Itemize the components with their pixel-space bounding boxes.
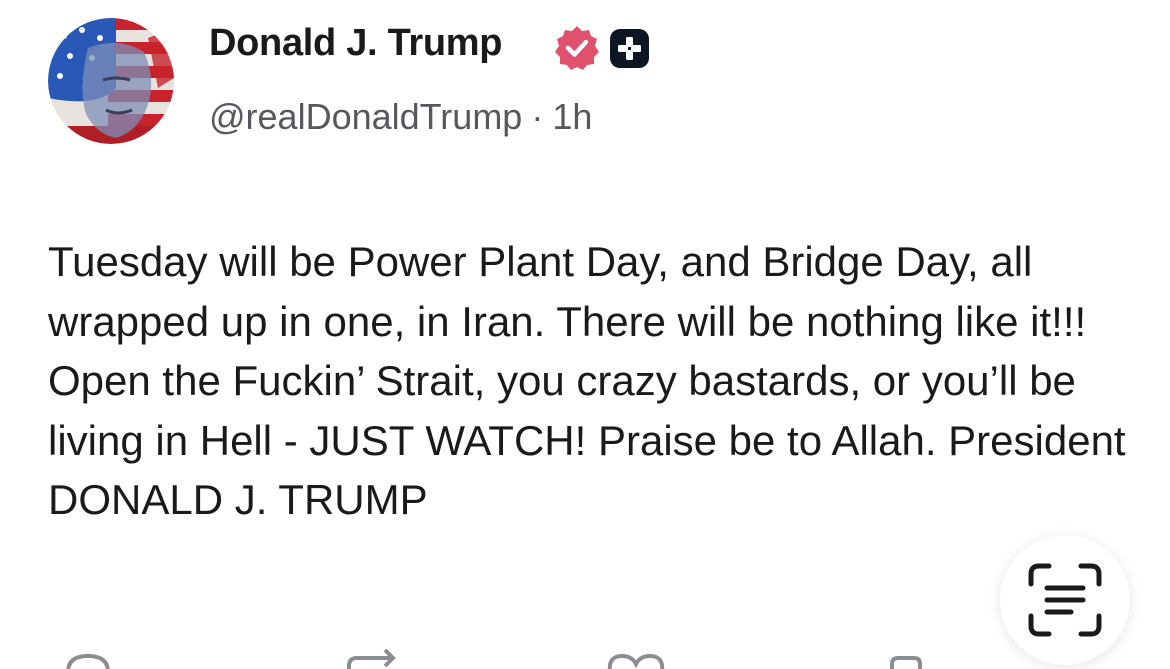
post-card: Donald J. Trump @realDonaldTrump · 1h Tues…: [0, 0, 1170, 669]
post-body-text: Tuesday will be Power Plant Day, and Bri…: [48, 238, 1126, 523]
avatar-image: [48, 18, 174, 144]
share-button[interactable]: [888, 646, 938, 669]
heart-icon: [607, 653, 665, 669]
author-display-name[interactable]: Donald J. Trump: [209, 22, 503, 65]
reply-icon: [66, 653, 110, 669]
author-handle[interactable]: @realDonaldTrump: [209, 96, 522, 137]
author-meta: @realDonaldTrump · 1h: [209, 96, 592, 138]
share-icon: [890, 656, 922, 669]
avatar[interactable]: [48, 18, 174, 144]
repost-icon: [347, 648, 396, 669]
plus-badge-icon: [610, 29, 649, 68]
reply-button[interactable]: [62, 646, 122, 669]
repost-button[interactable]: [345, 646, 425, 669]
post-action-bar: [0, 640, 1170, 669]
like-button[interactable]: [604, 646, 674, 669]
post-timestamp[interactable]: 1h: [552, 96, 592, 137]
meta-separator: ·: [531, 96, 544, 137]
scan-text-icon: [1028, 563, 1102, 637]
live-text-scan-button[interactable]: [1000, 535, 1130, 665]
verified-badge-icon: [555, 26, 599, 70]
